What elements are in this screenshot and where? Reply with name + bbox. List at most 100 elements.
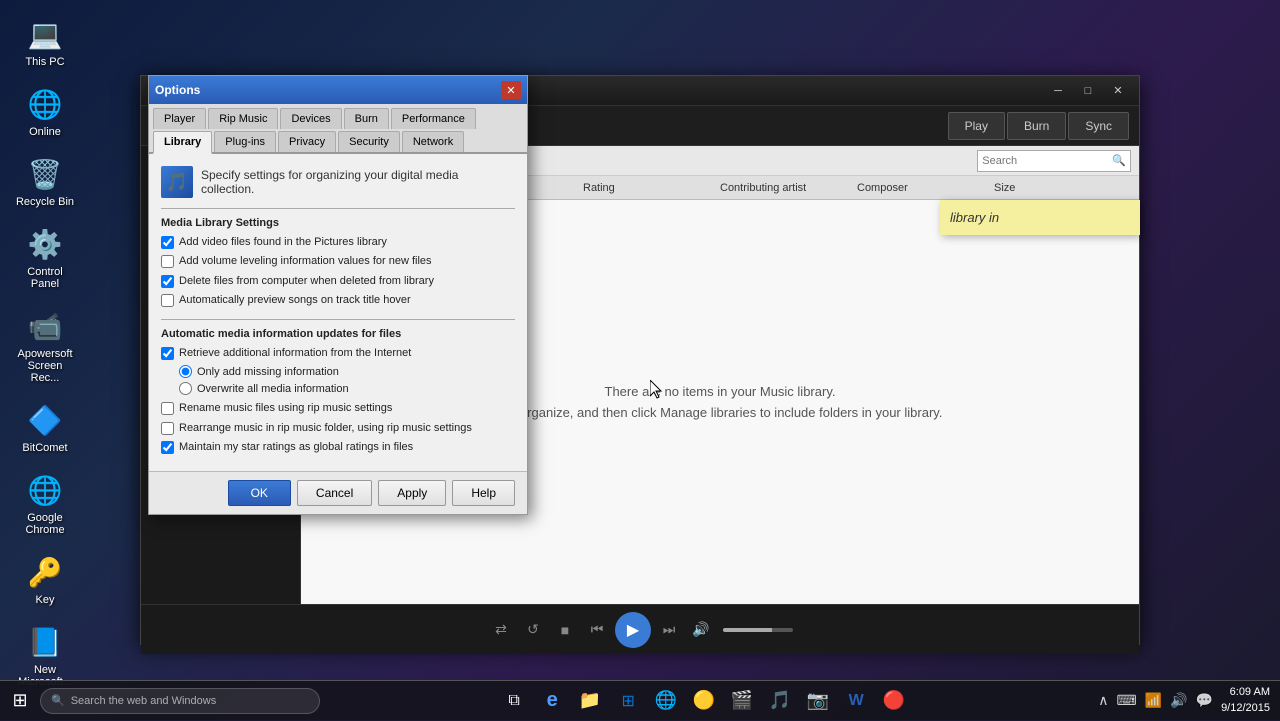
start-button[interactable]: ⊞ (0, 681, 40, 721)
desktop-icon-key[interactable]: 🔑 Key (10, 548, 80, 610)
options-library-icon: 🎵 (161, 166, 193, 198)
wmp-volume-slider[interactable] (723, 628, 793, 632)
taskbar-search-text: Search the web and Windows (71, 695, 217, 707)
wmp-burn-tab[interactable]: Burn (1007, 112, 1066, 140)
desktop-icon-control-panel[interactable]: ⚙️ Control Panel (10, 220, 80, 294)
wmp-col-size: Size (994, 182, 1131, 194)
tray-up-arrow[interactable]: ∧ (1098, 692, 1108, 709)
recycle-bin-label: Recycle Bin (16, 196, 74, 208)
checkbox-delete-files-input[interactable] (161, 275, 174, 288)
options-tab-rip-music[interactable]: Rip Music (208, 108, 278, 129)
taskbar-clock[interactable]: 6:09 AM 9/12/2015 (1221, 685, 1270, 716)
desktop: 💻 This PC 🌐 Online 🗑️ Recycle Bin ⚙️ Con… (0, 0, 1280, 720)
tray-keyboard[interactable]: ⌨ (1117, 692, 1137, 709)
key-icon: 🔑 (25, 552, 65, 592)
desktop-icon-recycle-bin[interactable]: 🗑️ Recycle Bin (10, 150, 80, 212)
options-auto-section-title: Automatic media information updates for … (161, 328, 515, 340)
taskbar-tray: ∧ ⌨ 📶 🔊 💬 6:09 AM 9/12/2015 (1088, 685, 1280, 716)
checkbox-auto-preview-input[interactable] (161, 294, 174, 307)
wmp-mute-button[interactable]: 🔊 (687, 616, 715, 644)
checkbox-add-volume-input[interactable] (161, 255, 174, 268)
wmp-repeat-button[interactable]: ↺ (519, 616, 547, 644)
checkbox-maintain-ratings: Maintain my star ratings as global ratin… (161, 440, 515, 454)
desktop-icon-chrome[interactable]: 🌐 Google Chrome (10, 466, 80, 540)
options-tabs: Player Rip Music Devices Burn Performanc… (149, 104, 527, 154)
checkbox-rename-music: Rename music files using rip music setti… (161, 401, 515, 415)
taskbar-app6[interactable]: 🟡 (686, 683, 722, 719)
options-ok-button[interactable]: OK (228, 480, 291, 506)
checkbox-delete-files-label: Delete files from computer when deleted … (179, 274, 434, 288)
radio-only-add-input[interactable] (179, 365, 192, 378)
taskbar-chrome[interactable]: 🌐 (648, 683, 684, 719)
checkbox-auto-preview: Automatically preview songs on track tit… (161, 293, 515, 307)
wmp-stop-button[interactable]: ■ (551, 616, 579, 644)
desktop-icon-bitcomet[interactable]: 🔷 BitComet (10, 396, 80, 458)
desktop-icon-online[interactable]: 🌐 Online (10, 80, 80, 142)
online-label: Online (29, 126, 61, 138)
wmp-close-button[interactable]: ✕ (1105, 81, 1131, 101)
sticky-note-text: library in (950, 210, 999, 225)
checkbox-retrieve-info: Retrieve additional information from the… (161, 346, 515, 360)
options-cancel-button[interactable]: Cancel (297, 480, 372, 506)
taskbar-store[interactable]: ⊞ (610, 683, 646, 719)
taskbar-app7[interactable]: 🎬 (724, 683, 760, 719)
taskbar-file-explorer[interactable]: 📁 (572, 683, 608, 719)
desktop-icon-this-pc[interactable]: 💻 This PC (10, 10, 80, 72)
online-icon: 🌐 (25, 84, 65, 124)
wmp-col-rating: Rating (583, 182, 720, 194)
checkbox-retrieve-info-input[interactable] (161, 347, 174, 360)
key-label: Key (36, 594, 55, 606)
wmp-search-box[interactable]: 🔍 (977, 150, 1131, 172)
options-titlebar[interactable]: Options ✕ (149, 76, 527, 104)
taskbar-word[interactable]: W (838, 683, 874, 719)
wmp-play-button[interactable]: ▶ (615, 612, 651, 648)
options-apply-button[interactable]: Apply (378, 480, 446, 506)
options-help-button[interactable]: Help (452, 480, 515, 506)
options-body: 🎵 Specify settings for organizing your d… (149, 154, 527, 471)
wmp-prev-button[interactable]: ⏮ (583, 616, 611, 644)
options-tab-network[interactable]: Network (402, 131, 464, 152)
tray-network[interactable]: 📶 (1145, 692, 1162, 709)
wmp-sync-tab[interactable]: Sync (1068, 112, 1129, 140)
wmp-maximize-button[interactable]: □ (1075, 81, 1101, 101)
options-tab-player[interactable]: Player (153, 108, 206, 129)
taskbar-task-view[interactable]: ⧉ (496, 683, 532, 719)
taskbar-search-box[interactable]: 🔍 Search the web and Windows (40, 688, 320, 714)
radio-only-add-label: Only add missing information (197, 366, 339, 378)
wmp-empty-submessage: ick Organize, and then click Manage libr… (498, 405, 943, 420)
bitcomet-icon: 🔷 (25, 400, 65, 440)
options-close-button[interactable]: ✕ (501, 81, 521, 99)
checkbox-add-video-input[interactable] (161, 236, 174, 249)
options-tab-plugins[interactable]: Plug-ins (214, 131, 276, 152)
taskbar-app8[interactable]: 🎵 (762, 683, 798, 719)
options-tab-security[interactable]: Security (338, 131, 400, 152)
checkbox-delete-files: Delete files from computer when deleted … (161, 274, 515, 288)
wmp-play-tab[interactable]: Play (948, 112, 1005, 140)
this-pc-label: This PC (25, 56, 64, 68)
checkbox-maintain-ratings-input[interactable] (161, 441, 174, 454)
wmp-search-input[interactable] (978, 155, 1108, 167)
taskbar-photos[interactable]: 📷 (800, 683, 836, 719)
options-tab-performance[interactable]: Performance (391, 108, 476, 129)
tray-notification[interactable]: 💬 (1196, 692, 1213, 709)
wmp-shuffle-button[interactable]: ⇄ (487, 616, 515, 644)
taskbar-edge[interactable]: e (534, 683, 570, 719)
tray-volume[interactable]: 🔊 (1170, 692, 1187, 709)
options-tab-devices[interactable]: Devices (280, 108, 341, 129)
wmp-minimize-button[interactable]: ─ (1045, 81, 1071, 101)
taskbar-time: 6:09 AM (1221, 685, 1270, 700)
options-dialog: Options ✕ Player Rip Music Devices Burn … (148, 75, 528, 515)
checkbox-rename-music-input[interactable] (161, 402, 174, 415)
wmp-next-button[interactable]: ⏭ (655, 616, 683, 644)
checkbox-rearrange-input[interactable] (161, 422, 174, 435)
taskbar-app11[interactable]: 🔴 (876, 683, 912, 719)
apowersoft-label: Apowersoft Screen Rec... (14, 348, 76, 384)
taskbar: ⊞ 🔍 Search the web and Windows ⧉ e 📁 ⊞ 🌐… (0, 680, 1280, 720)
options-tab-library[interactable]: Library (153, 131, 212, 154)
options-tab-burn[interactable]: Burn (344, 108, 389, 129)
desktop-icon-apowersoft[interactable]: 📹 Apowersoft Screen Rec... (10, 302, 80, 388)
options-tab-privacy[interactable]: Privacy (278, 131, 336, 152)
radio-overwrite-input[interactable] (179, 382, 192, 395)
wmp-empty-message: There are no items in your Music library… (605, 384, 836, 399)
control-panel-label: Control Panel (14, 266, 76, 290)
